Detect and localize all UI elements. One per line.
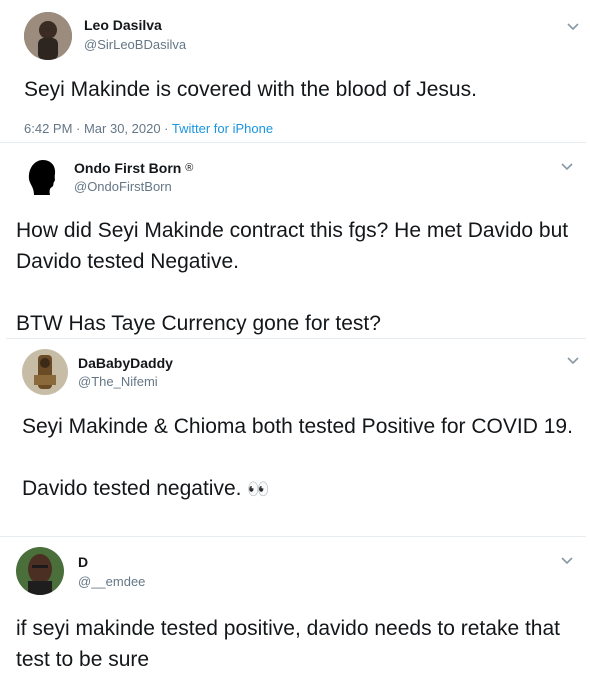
display-name[interactable]: DaBabyDaddy (78, 355, 173, 371)
chevron-down-icon[interactable] (566, 356, 580, 366)
display-name-text: Ondo First Born (74, 160, 182, 176)
tweet-text: How did Seyi Makinde contract this fgs? … (16, 219, 569, 335)
avatar-image (22, 349, 68, 395)
chevron-down-icon[interactable] (560, 556, 574, 566)
user-handle[interactable]: @__emdee (78, 574, 145, 589)
user-handle[interactable]: @The_Nifemi (78, 374, 158, 389)
eyes-emoji-icon: 👀 (247, 479, 270, 499)
tweet-timestamp[interactable]: 6:42 PM · Mar 30, 2020 · (24, 121, 172, 136)
tweet-card[interactable]: DaBabyDaddy @The_Nifemi Seyi Makinde & C… (6, 338, 586, 536)
user-handle[interactable]: @SirLeoBDasilva (84, 37, 186, 52)
avatar[interactable] (24, 12, 72, 60)
display-name[interactable]: Ondo First Born ® (74, 160, 193, 176)
silhouette-avatar-image (28, 160, 56, 195)
chevron-down-icon[interactable] (560, 162, 574, 172)
tweet-card[interactable]: D @__emdee if seyi makinde tested positi… (0, 536, 586, 687)
avatar[interactable] (16, 547, 64, 595)
chevron-down-icon[interactable] (566, 22, 580, 32)
display-name[interactable]: D (78, 554, 88, 570)
display-name[interactable]: Leo Dasilva (84, 17, 162, 33)
avatar-image (16, 547, 64, 595)
tweet-card[interactable]: Leo Dasilva @SirLeoBDasilva Seyi Makinde… (10, 0, 586, 142)
avatar-image (24, 12, 72, 60)
tweet-text: Seyi Makinde is covered with the blood o… (24, 78, 477, 101)
tweet-card[interactable]: Ondo First Born ® @OndoFirstBorn How did… (0, 142, 586, 338)
tweet-text: if seyi makinde tested positive, davido … (16, 617, 566, 671)
avatar[interactable] (22, 349, 68, 395)
tweet-source-link[interactable]: Twitter for iPhone (172, 121, 273, 136)
registered-mark: ® (185, 162, 194, 174)
user-handle[interactable]: @OndoFirstBorn (74, 179, 172, 194)
tweet-metadata: 6:42 PM · Mar 30, 2020 · Twitter for iPh… (24, 121, 273, 136)
avatar[interactable] (20, 155, 60, 195)
tweet-text-content: Seyi Makinde & Chioma both tested Positi… (22, 415, 573, 500)
tweet-text: Seyi Makinde & Chioma both tested Positi… (22, 411, 578, 505)
